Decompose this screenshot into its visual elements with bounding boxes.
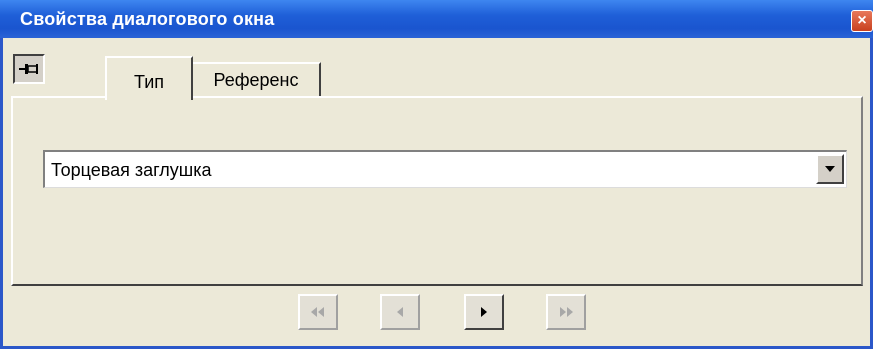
first-page-icon xyxy=(311,307,324,317)
next-button[interactable] xyxy=(464,294,504,330)
previous-button[interactable] xyxy=(380,294,420,330)
tab-reference[interactable]: Референс xyxy=(193,62,321,96)
previous-icon xyxy=(397,307,403,317)
type-select-value: Торцевая заглушка xyxy=(51,160,212,180)
pin-button[interactable] xyxy=(13,54,45,84)
close-icon: × xyxy=(857,12,867,29)
tab-type-label: Тип xyxy=(133,72,164,92)
title-bar[interactable]: Свойства диалогового окна × xyxy=(0,0,873,38)
last-button[interactable] xyxy=(546,294,586,330)
chevron-down-icon xyxy=(825,166,835,172)
window-title: Свойства диалогового окна xyxy=(20,9,275,29)
close-button[interactable]: × xyxy=(851,10,873,32)
tab-panel: Торцевая заглушка xyxy=(11,96,863,286)
pushpin-icon xyxy=(19,64,38,74)
type-select[interactable]: Торцевая заглушка xyxy=(43,150,847,188)
first-button[interactable] xyxy=(298,294,338,330)
next-icon xyxy=(481,307,487,317)
dialog-window: Свойства диалогового окна × Тип Референс… xyxy=(0,0,873,349)
dropdown-button[interactable] xyxy=(816,154,844,184)
tab-reference-label: Референс xyxy=(213,70,299,90)
tab-type[interactable]: Тип xyxy=(105,56,193,100)
last-page-icon xyxy=(560,307,573,317)
